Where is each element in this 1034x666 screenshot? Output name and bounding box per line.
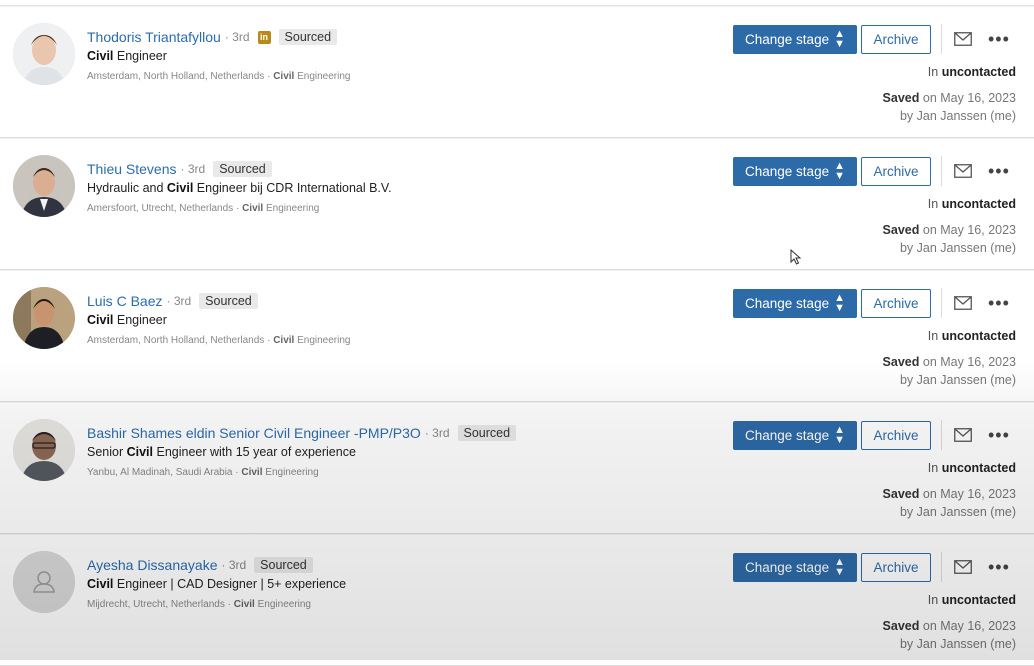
saved-info: Saved on May 16, 2023 by Jan Janssen (me) xyxy=(882,355,1016,387)
candidate-location: Amsterdam, North Holland, Netherlands · … xyxy=(87,335,351,346)
avatar[interactable] xyxy=(13,287,75,349)
archive-button[interactable]: Archive xyxy=(861,420,931,450)
saved-info: Saved on May 16, 2023 by Jan Janssen (me) xyxy=(882,91,1016,123)
saved-info: Saved on May 16, 2023 by Jan Janssen (me) xyxy=(882,487,1016,519)
connection-degree: · 3rd xyxy=(221,558,247,572)
archive-button[interactable]: Archive xyxy=(861,24,931,54)
sourced-badge: Sourced xyxy=(199,293,258,309)
connection-degree: · 3rd xyxy=(224,30,250,44)
divider xyxy=(941,24,942,54)
change-stage-button[interactable]: Change stage ▲ ▼ xyxy=(733,288,857,318)
more-options-icon[interactable]: ••• xyxy=(988,30,1010,48)
candidate-headline: Civil Engineer | CAD Designer | 5+ exper… xyxy=(87,577,347,591)
candidate-name-link[interactable]: Thieu Stevens xyxy=(87,161,177,177)
candidate-location: Amsterdam, North Holland, Netherlands · … xyxy=(87,71,351,82)
connection-degree: · 3rd xyxy=(166,294,192,308)
pipeline-stage: In uncontacted xyxy=(927,593,1016,607)
more-options-icon[interactable]: ••• xyxy=(988,426,1010,444)
linkedin-premium-icon: in xyxy=(257,30,271,44)
message-icon[interactable] xyxy=(954,560,972,574)
candidate-location: Amersfoort, Utrecht, Netherlands · Civil… xyxy=(87,203,320,214)
change-stage-button[interactable]: Change stage ▲ ▼ xyxy=(733,156,857,186)
sourced-badge: Sourced xyxy=(213,161,272,177)
avatar[interactable] xyxy=(13,23,75,85)
candidate-headline: Civil Engineer xyxy=(87,313,167,327)
candidate-name-link[interactable]: Thodoris Triantafyllou xyxy=(87,29,221,45)
profile-photo-icon xyxy=(13,155,75,217)
change-stage-button[interactable]: Change stage ▲ ▼ xyxy=(733,24,857,54)
profile-photo-icon xyxy=(13,287,75,349)
candidate-location: Mijdrecht, Utrecht, Netherlands · Civil … xyxy=(87,599,311,610)
message-icon[interactable] xyxy=(954,296,972,310)
message-icon[interactable] xyxy=(954,428,972,442)
archive-button[interactable]: Archive xyxy=(861,552,931,582)
change-stage-button[interactable]: Change stage ▲ ▼ xyxy=(733,420,857,450)
sort-arrows-icon: ▲ ▼ xyxy=(834,292,845,314)
candidate-row: Thieu Stevens · 3rd Sourced Hydraulic an… xyxy=(0,139,1034,270)
connection-degree: · 3rd xyxy=(180,162,206,176)
divider xyxy=(941,288,942,318)
sourced-badge: Sourced xyxy=(278,29,338,45)
candidate-headline: Senior Civil Engineer with 15 year of ex… xyxy=(87,445,356,459)
change-stage-button[interactable]: Change stage ▲ ▼ xyxy=(733,552,857,582)
sourced-badge: Sourced xyxy=(254,557,313,573)
saved-info: Saved on May 16, 2023 by Jan Janssen (me) xyxy=(882,619,1016,651)
candidate-row: Luis C Baez · 3rd Sourced Civil Engineer… xyxy=(0,271,1034,402)
sort-arrows-icon: ▲ ▼ xyxy=(834,160,845,182)
message-icon[interactable] xyxy=(954,32,972,46)
archive-button[interactable]: Archive xyxy=(861,156,931,186)
candidate-row: Thodoris Triantafyllou · 3rd in Sourced … xyxy=(0,7,1034,138)
divider xyxy=(941,420,942,450)
pipeline-stage: In uncontacted xyxy=(927,65,1016,79)
more-options-icon[interactable]: ••• xyxy=(988,558,1010,576)
pipeline-stage: In uncontacted xyxy=(927,461,1016,475)
candidate-name-link[interactable]: Ayesha Dissanayake xyxy=(87,557,217,573)
profile-photo-icon xyxy=(13,23,75,85)
sort-arrows-icon: ▲ ▼ xyxy=(834,556,845,578)
more-options-icon[interactable]: ••• xyxy=(988,162,1010,180)
pipeline-stage: In uncontacted xyxy=(927,197,1016,211)
list-top-edge xyxy=(0,0,1034,6)
candidate-row: Bashir Shames eldin Senior Civil Enginee… xyxy=(0,403,1034,534)
avatar[interactable] xyxy=(13,551,75,613)
more-options-icon[interactable]: ••• xyxy=(988,294,1010,312)
candidate-name-link[interactable]: Bashir Shames eldin Senior Civil Enginee… xyxy=(87,425,421,441)
profile-photo-icon xyxy=(13,419,75,481)
candidate-name-link[interactable]: Luis C Baez xyxy=(87,293,162,309)
saved-info: Saved on May 16, 2023 by Jan Janssen (me) xyxy=(882,223,1016,255)
candidate-list: Thodoris Triantafyllou · 3rd in Sourced … xyxy=(0,0,1034,666)
candidate-headline: Civil Engineer xyxy=(87,49,167,63)
avatar[interactable] xyxy=(13,419,75,481)
candidate-headline: Hydraulic and Civil Engineer bij CDR Int… xyxy=(87,181,392,195)
divider xyxy=(941,156,942,186)
sort-arrows-icon: ▲ ▼ xyxy=(834,424,845,446)
sourced-badge: Sourced xyxy=(457,425,517,441)
pipeline-stage: In uncontacted xyxy=(927,329,1016,343)
message-icon[interactable] xyxy=(954,164,972,178)
archive-button[interactable]: Archive xyxy=(861,288,931,318)
candidate-row: Ayesha Dissanayake · 3rd Sourced Civil E… xyxy=(0,535,1034,666)
connection-degree: · 3rd xyxy=(424,426,450,440)
divider xyxy=(941,552,942,582)
avatar[interactable] xyxy=(13,155,75,217)
mouse-cursor-icon xyxy=(790,249,802,265)
candidate-location: Yanbu, Al Madinah, Saudi Arabia · Civil … xyxy=(87,467,319,478)
default-person-icon xyxy=(13,551,75,613)
sort-arrows-icon: ▲ ▼ xyxy=(834,28,845,50)
